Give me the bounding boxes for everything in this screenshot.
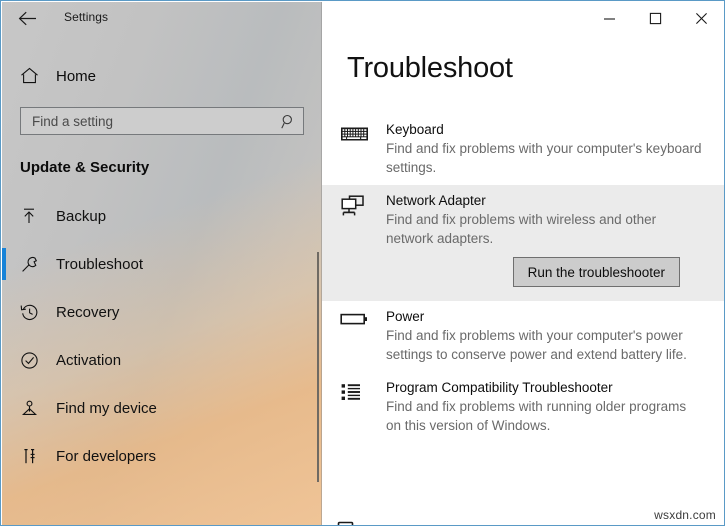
sidebar-scrollbar[interactable] — [317, 252, 319, 482]
settings-sidebar: Settings Home Find a setting Update & Se… — [2, 2, 322, 525]
sidebar-item-label: Recovery — [56, 303, 120, 321]
sidebar-item-label: Backup — [56, 207, 107, 225]
list-icon — [337, 379, 386, 404]
maximize-button[interactable] — [632, 2, 678, 34]
sidebar-nav-list: Backup Troubleshoot Recovery Activation … — [2, 192, 322, 480]
run-troubleshooter-button[interactable]: Run the troubleshooter — [512, 257, 680, 287]
history-clock-icon — [2, 303, 56, 322]
minimize-button[interactable] — [586, 2, 632, 34]
sidebar-item-find-my-device[interactable]: Find my device — [2, 384, 322, 432]
app-title: Settings — [64, 10, 109, 24]
troubleshooter-description: Find and fix problems with your computer… — [386, 328, 687, 362]
window-controls — [586, 2, 724, 34]
troubleshooter-text: Power Find and fix problems with your co… — [386, 308, 702, 364]
search-icon — [273, 114, 303, 129]
troubleshooter-description: Find and fix problems with your computer… — [386, 141, 702, 175]
sidebar-item-troubleshoot[interactable]: Troubleshoot — [2, 240, 322, 288]
troubleshooter-text: Keyboard Find and fix problems with your… — [386, 121, 702, 177]
sidebar-item-label: For developers — [56, 447, 157, 465]
sidebar-item-for-developers[interactable]: For developers — [2, 432, 322, 480]
sidebar-item-label: Troubleshoot — [56, 255, 143, 273]
wrench-icon — [2, 255, 56, 274]
sidebar-title-bar: Settings — [2, 2, 322, 34]
sidebar-item-backup[interactable]: Backup — [2, 192, 322, 240]
troubleshooter-name: Power — [386, 309, 425, 324]
keyboard-icon — [337, 121, 386, 144]
network-adapter-icon — [337, 192, 386, 221]
main-content: Troubleshoot Keyboard Find and fix probl… — [322, 2, 724, 525]
developer-tools-icon — [2, 447, 56, 466]
search-placeholder: Find a setting — [32, 113, 114, 129]
sidebar-section-heading: Update & Security — [20, 159, 150, 176]
troubleshooter-name: Network Adapter — [386, 193, 486, 208]
sidebar-item-home[interactable]: Home — [2, 60, 322, 92]
upload-arrow-icon — [2, 207, 56, 225]
sidebar-item-activation[interactable]: Activation — [2, 336, 322, 384]
sidebar-item-label: Find my device — [56, 399, 157, 417]
troubleshooter-action-row: Run the troubleshooter — [386, 248, 702, 289]
close-button[interactable] — [678, 2, 724, 34]
troubleshooter-text: Program Compatibility Troubleshooter Fin… — [386, 379, 702, 435]
watermark: wsxdn.com — [654, 508, 716, 522]
back-arrow-icon[interactable] — [12, 5, 42, 31]
troubleshooter-item-network-adapter[interactable]: Network Adapter Find and fix problems wi… — [322, 185, 724, 301]
troubleshooter-item-keyboard[interactable]: Keyboard Find and fix problems with your… — [322, 114, 724, 185]
sidebar-item-label: Activation — [56, 351, 122, 369]
troubleshooter-text: Network Adapter Find and fix problems wi… — [386, 192, 702, 289]
check-circle-icon — [2, 351, 56, 370]
sidebar-item-recovery[interactable]: Recovery — [2, 288, 322, 336]
home-icon — [2, 67, 56, 85]
troubleshooter-name: Program Compatibility Troubleshooter — [386, 380, 613, 395]
find-device-icon — [2, 399, 56, 418]
troubleshooter-item-power[interactable]: Power Find and fix problems with your co… — [322, 301, 724, 372]
troubleshooter-list: Keyboard Find and fix problems with your… — [322, 114, 724, 443]
settings-window: Settings Home Find a setting Update & Se… — [0, 0, 725, 526]
troubleshooter-item-program-compatibility[interactable]: Program Compatibility Troubleshooter Fin… — [322, 372, 724, 443]
troubleshooter-description: Find and fix problems with running older… — [386, 399, 687, 433]
battery-icon — [337, 308, 386, 327]
troubleshooter-name: Keyboard — [386, 122, 444, 137]
sidebar-home-label: Home — [56, 67, 97, 85]
search-input[interactable]: Find a setting — [20, 107, 304, 135]
page-title: Troubleshoot — [347, 52, 513, 84]
troubleshooter-description: Find and fix problems with wireless and … — [386, 212, 657, 246]
